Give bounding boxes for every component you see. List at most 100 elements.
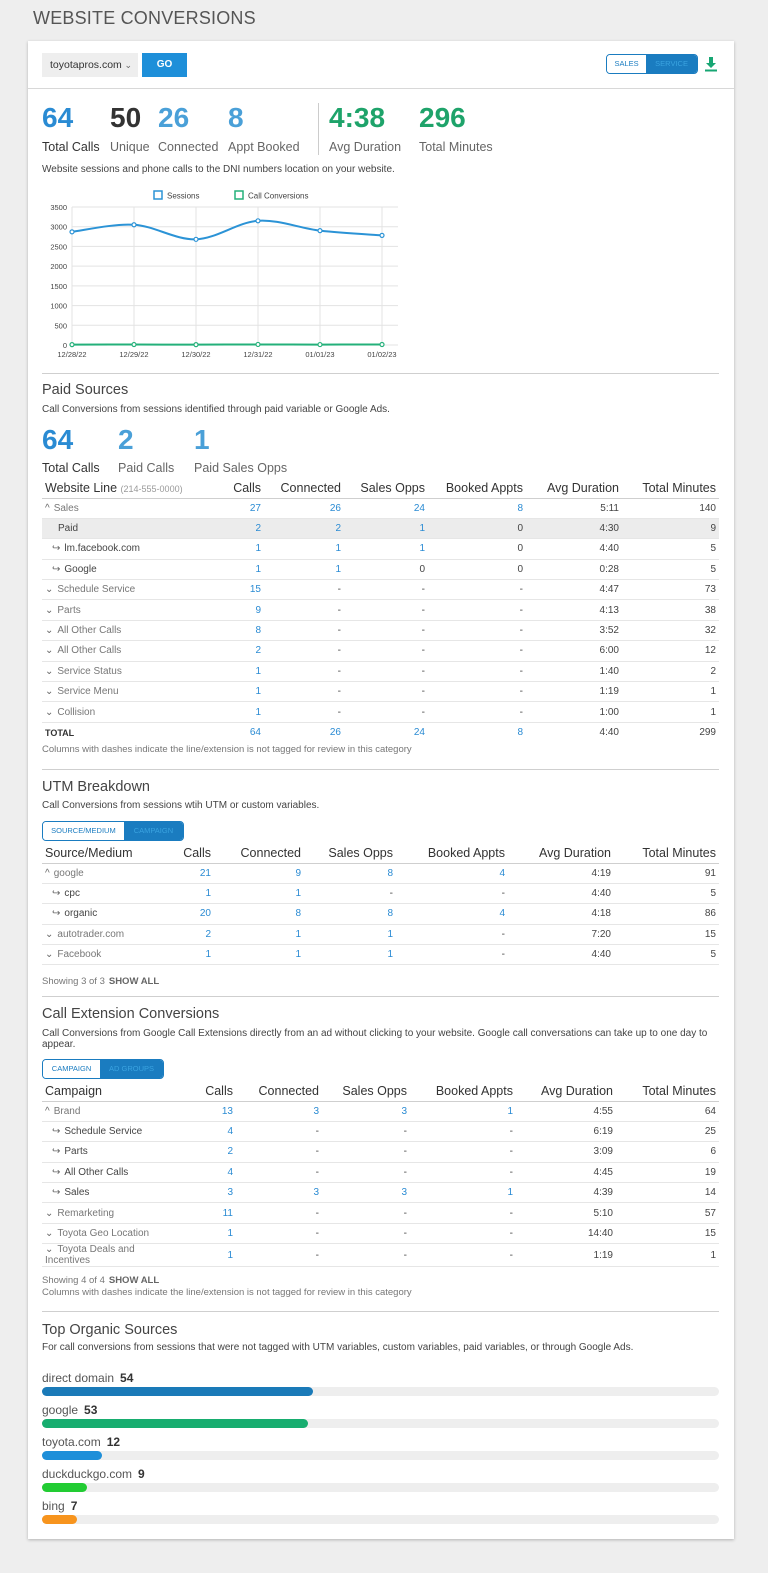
cell-calls[interactable]: 4 — [168, 1162, 236, 1184]
table-row[interactable]: ⌄ Toyota Geo Location 1- - -14:40 15 — [42, 1223, 719, 1245]
site-select[interactable]: toyotapros.com ⌄ — [42, 53, 138, 77]
utm-show-all-link[interactable]: SHOW ALL — [109, 976, 159, 987]
cell-connected[interactable]: 1 — [264, 559, 344, 581]
cell-calls[interactable]: 1 — [212, 538, 264, 560]
cell-calls[interactable]: 2 — [168, 1141, 236, 1163]
toggle-sales[interactable]: SALES — [607, 55, 647, 73]
total-calls-label: Total Calls — [42, 140, 100, 154]
cell-booked: - — [410, 1202, 516, 1224]
toggle-campaign[interactable]: CAMPAIGN — [43, 1060, 101, 1078]
cell-minutes: 15 — [616, 1223, 719, 1245]
table-row[interactable]: ⌄ Service Status 1- - -1:40 2 — [42, 661, 719, 683]
cell-calls[interactable]: 1 — [168, 1223, 236, 1245]
cell-connected[interactable]: 1 — [214, 883, 304, 905]
cell-calls[interactable]: 1 — [162, 883, 214, 905]
col-source-medium: Source/Medium — [42, 843, 162, 864]
total-booked[interactable]: 8 — [428, 721, 526, 743]
cell-calls[interactable]: 1 — [212, 681, 264, 703]
cell-calls[interactable]: 21 — [162, 863, 214, 884]
cell-booked: - — [428, 599, 526, 621]
cell-calls[interactable]: 13 — [168, 1101, 236, 1122]
chevron-down-icon: ⌄ — [45, 645, 54, 657]
total-calls[interactable]: 64 — [212, 721, 264, 743]
cell-connected[interactable]: 9 — [214, 863, 304, 884]
cell-sales_opps[interactable]: 24 — [344, 498, 428, 519]
cell-calls[interactable]: 20 — [162, 903, 214, 925]
table-row[interactable]: ⌄ Facebook 1 1 1-4:40 5 — [42, 944, 719, 966]
cell-booked[interactable]: 4 — [396, 903, 508, 925]
cell-calls[interactable]: 4 — [168, 1121, 236, 1143]
cell-booked[interactable]: 8 — [428, 498, 526, 519]
line-number: (214-555-0000) — [120, 483, 183, 494]
table-row[interactable]: ⌄ autotrader.com 2 1 1-7:20 15 — [42, 924, 719, 946]
cell-sales_opps[interactable]: 3 — [322, 1182, 410, 1204]
table-row[interactable]: ^ Sales 27 26 24 8 5:11 140 — [42, 498, 719, 519]
download-icon[interactable] — [704, 56, 718, 72]
cell-calls[interactable]: 1 — [212, 661, 264, 683]
go-button[interactable]: GO — [142, 53, 187, 77]
cell-sales_opps[interactable]: 1 — [304, 944, 396, 966]
cell-calls[interactable]: 15 — [212, 579, 264, 601]
toggle-source-medium[interactable]: SOURCE/MEDIUM — [43, 822, 124, 840]
cell-sales_opps[interactable]: 1 — [344, 518, 428, 540]
cell-booked[interactable]: 1 — [410, 1182, 516, 1204]
cell-sales_opps: - — [344, 681, 428, 703]
cell-calls[interactable]: 3 — [168, 1182, 236, 1204]
organic-bar-fill — [42, 1387, 313, 1396]
cell-calls[interactable]: 1 — [168, 1243, 236, 1268]
cell-connected: - — [264, 661, 344, 683]
cell-connected[interactable]: 2 — [264, 518, 344, 540]
toolbar: toyotapros.com ⌄ GO SALES SERVICE — [28, 41, 734, 89]
table-row[interactable]: ⌄ Remarketing 11- - -5:10 57 — [42, 1202, 719, 1224]
cell-sales_opps[interactable]: 1 — [344, 538, 428, 560]
cell-connected[interactable]: 8 — [214, 903, 304, 925]
cell-booked[interactable]: 1 — [410, 1101, 516, 1122]
cell-calls[interactable]: 1 — [212, 559, 264, 581]
cell-connected[interactable]: 3 — [236, 1182, 322, 1204]
cell-calls[interactable]: 27 — [212, 498, 264, 519]
table-row[interactable]: ⌄ Service Menu 1- - -1:19 1 — [42, 681, 719, 703]
table-row[interactable]: ⌄ All Other Calls 8- - -3:52 32 — [42, 620, 719, 642]
cell-avg: 1:00 — [526, 701, 622, 723]
cell-sales_opps[interactable]: 1 — [304, 924, 396, 946]
table-row[interactable]: ⌄ Schedule Service 15- - -4:47 73 — [42, 579, 719, 601]
table-row[interactable]: ^ google 21 9 8 4 4:19 91 — [42, 863, 719, 884]
cell-connected[interactable]: 3 — [236, 1101, 322, 1122]
cell-sales_opps[interactable]: 3 — [322, 1101, 410, 1122]
series-line — [71, 219, 383, 241]
table-row[interactable]: ⌄ Parts 9- - -4:13 38 — [42, 599, 719, 621]
cell-connected: - — [236, 1162, 322, 1184]
table-row[interactable]: ^ Brand 13 3 3 1 4:55 64 — [42, 1101, 719, 1122]
cell-calls[interactable]: 2 — [212, 640, 264, 662]
call-ext-show-all-link[interactable]: SHOW ALL — [109, 1275, 159, 1286]
cell-booked[interactable]: 4 — [396, 863, 508, 884]
cell-connected: - — [236, 1243, 322, 1268]
cell-calls[interactable]: 1 — [162, 944, 214, 966]
total-sales_opps[interactable]: 24 — [344, 721, 428, 743]
chevron-up-icon: ^ — [45, 1105, 50, 1117]
toggle-ad-groups[interactable]: AD GROUPS — [100, 1060, 163, 1078]
sub-arrow-icon: ↪ — [52, 543, 61, 555]
total-connected[interactable]: 26 — [264, 721, 344, 743]
cell-minutes: 9 — [622, 518, 719, 540]
cell-connected[interactable]: 1 — [214, 924, 304, 946]
toggle-service[interactable]: SERVICE — [646, 55, 697, 73]
table-row[interactable]: Paid 2 2 1 0 4:30 9 — [42, 518, 719, 540]
toggle-campaign[interactable]: CAMPAIGN — [123, 822, 183, 840]
row-name: ↪ Google — [42, 559, 212, 581]
cell-connected[interactable]: 1 — [264, 538, 344, 560]
cell-calls[interactable]: 1 — [212, 701, 264, 723]
table-row[interactable]: ⌄ Collision 1- - -1:00 1 — [42, 701, 719, 723]
cell-connected[interactable]: 1 — [214, 944, 304, 966]
table-row[interactable]: ⌄ All Other Calls 2- - -6:00 12 — [42, 640, 719, 662]
cell-sales_opps[interactable]: 8 — [304, 903, 396, 925]
cell-sales_opps[interactable]: 8 — [304, 863, 396, 884]
table-row[interactable]: ⌄ Toyota Deals and Incentives 1- - -1:19 1 — [42, 1243, 719, 1268]
cell-calls[interactable]: 2 — [162, 924, 214, 946]
cell-calls[interactable]: 9 — [212, 599, 264, 621]
row-name: ^ Brand — [42, 1101, 168, 1122]
cell-calls[interactable]: 8 — [212, 620, 264, 642]
cell-calls[interactable]: 2 — [212, 518, 264, 540]
cell-connected[interactable]: 26 — [264, 498, 344, 519]
cell-calls[interactable]: 11 — [168, 1202, 236, 1224]
